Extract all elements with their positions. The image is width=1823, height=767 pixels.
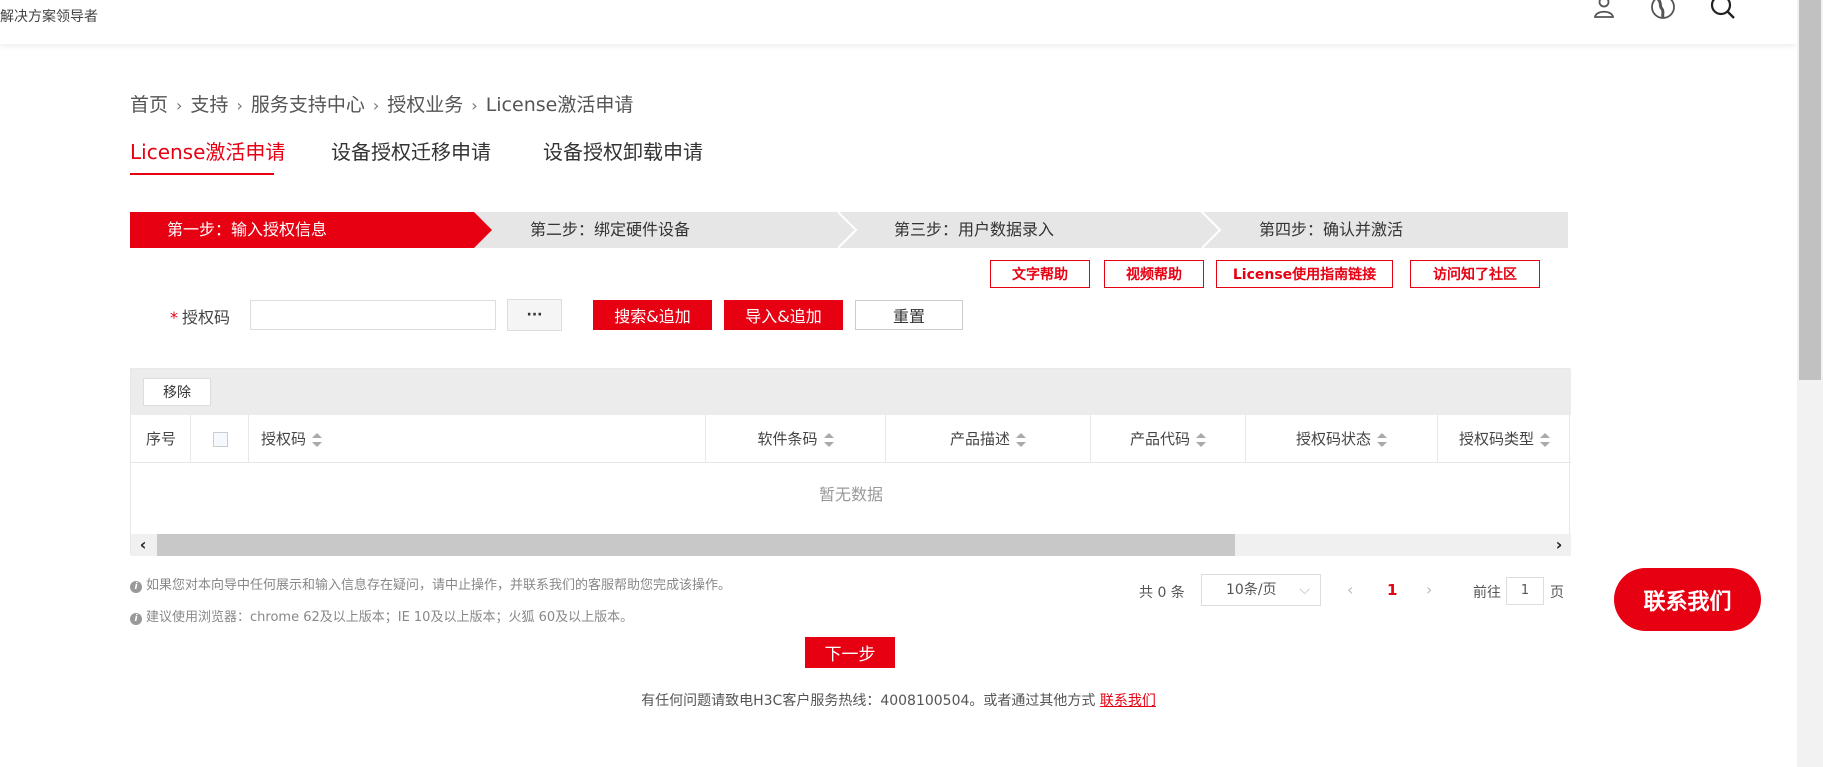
step-progress: 第一步：输入授权信息 第二步：绑定硬件设备 第三步：用户数据录入 第四步：确认并… (130, 212, 1568, 248)
breadcrumb-current: License激活申请 (485, 94, 634, 116)
license-code-form: * 授权码 ··· 搜索&追加 导入&追加 重置 (130, 298, 1130, 332)
license-code-input[interactable] (250, 300, 496, 330)
col-software-code[interactable]: 软件条码 (706, 415, 886, 463)
license-code-label-text: 授权码 (182, 308, 231, 327)
brand-slogan: 解决方案领导者 (0, 9, 98, 25)
col-product-code[interactable]: 产品代码 (1091, 415, 1246, 463)
pagination-total: 共 0 条 (1139, 585, 1185, 601)
page-size-select[interactable]: 10条/页 ⌵ (1201, 574, 1321, 606)
step-1: 第一步：输入授权信息 (167, 220, 328, 239)
scroll-right-arrow-icon[interactable]: › (1549, 534, 1569, 556)
breadcrumb-home[interactable]: 首页 (130, 94, 168, 116)
col-product-code-label: 产品代码 (1129, 430, 1190, 448)
text-help-button[interactable]: 文字帮助 (990, 260, 1090, 288)
sort-icon[interactable] (1377, 432, 1387, 447)
horizontal-scroll-thumb[interactable] (157, 534, 1235, 556)
info-icon: i (130, 613, 142, 625)
tab-license-activation[interactable]: License激活申请 (130, 136, 285, 165)
step-4: 第四步：确认并激活 (1259, 220, 1404, 239)
breadcrumb-support[interactable]: 支持 (190, 94, 228, 116)
more-options-button[interactable]: ··· (507, 299, 562, 331)
community-button[interactable]: 访问知了社区 (1410, 260, 1540, 288)
note-support-text: 如果您对本向导中任何展示和输入信息存在疑问，请中止操作，并联系我们的客服帮助您完… (146, 578, 732, 593)
breadcrumb-license-business[interactable]: 授权业务 (387, 94, 463, 116)
required-mark: * (170, 308, 178, 327)
table-toolbar: 移除 (131, 369, 1571, 415)
top-header: 解决方案领导者 (0, 0, 1797, 44)
chevron-down-icon: ⌵ (1299, 582, 1310, 598)
chevron-right-icon: › (372, 96, 380, 115)
footer-contact-link[interactable]: 联系我们 (1100, 693, 1156, 709)
contact-us-float-button[interactable]: 联系我们 (1614, 568, 1761, 631)
tab-device-migration[interactable]: 设备授权迁移申请 (331, 136, 491, 165)
info-icon: i (130, 581, 142, 593)
step-2: 第二步：绑定硬件设备 (530, 220, 691, 239)
chevron-right-icon: › (236, 96, 243, 115)
select-all-checkbox[interactable] (213, 432, 228, 447)
note-browser: i 建议使用浏览器：chrome 62及以上版本；IE 10及以上版本；火狐 60… (130, 606, 633, 625)
col-license-status-label: 授权码状态 (1295, 430, 1371, 448)
col-license-type[interactable]: 授权码类型 (1438, 415, 1571, 463)
chevron-right-icon: › (471, 96, 478, 115)
globe-icon[interactable] (1648, 0, 1678, 22)
sort-icon[interactable] (1196, 432, 1206, 447)
next-step-button[interactable]: 下一步 (805, 637, 895, 668)
import-add-button[interactable]: 导入&追加 (724, 300, 843, 330)
table-header: 序号 授权码 软件条码 产品描述 产品代码 授权码状态 授权码类型 (131, 415, 1571, 463)
vertical-scroll-thumb[interactable] (1799, 0, 1821, 380)
footer-text: 有任何问题请致电H3C客户服务热线：4008100504。或者通过其他方式 (641, 693, 1100, 709)
note-browser-text: 建议使用浏览器：chrome 62及以上版本；IE 10及以上版本；火狐 60及… (146, 610, 634, 625)
page-suffix-label: 页 (1550, 585, 1564, 601)
sort-icon[interactable] (823, 432, 834, 447)
sort-icon[interactable] (1540, 432, 1550, 447)
page: 解决方案领导者 首页 › 支持 › 服务支持中心 › 授权业务 › License激活申请 Li… (0, 0, 1823, 767)
footer-hotline: 有任何问题请致电H3C客户服务热线：4008100504。或者通过其他方式 联系… (0, 690, 1797, 710)
breadcrumb: 首页 › 支持 › 服务支持中心 › 授权业务 › License激活申请 (130, 90, 633, 117)
step-3: 第三步：用户数据录入 (894, 220, 1055, 239)
license-code-label: * 授权码 (170, 304, 230, 328)
col-license-code-label: 授权码 (261, 430, 307, 448)
col-software-code-label: 软件条码 (757, 430, 818, 448)
video-help-button[interactable]: 视频帮助 (1104, 260, 1204, 288)
col-product-desc-label: 产品描述 (949, 430, 1010, 448)
page-size-value: 10条/页 (1226, 582, 1277, 598)
empty-state: 暂无数据 (818, 485, 883, 504)
reset-button[interactable]: 重置 (855, 300, 963, 330)
col-product-desc[interactable]: 产品描述 (886, 415, 1091, 463)
col-select (191, 415, 249, 463)
sort-icon[interactable] (1016, 432, 1026, 447)
col-license-code[interactable]: 授权码 (249, 415, 706, 463)
remove-button[interactable]: 移除 (143, 378, 211, 406)
next-page-icon[interactable]: › (1426, 580, 1432, 599)
note-support: i 如果您对本向导中任何展示和输入信息存在疑问，请中止操作，并联系我们的客服帮助您… (130, 574, 731, 593)
scroll-left-arrow-icon[interactable]: ‹ (133, 534, 153, 556)
license-table: 移除 序号 授权码 软件条码 产品描述 产品代码 授权码状态 授权码类型 暂无数… (130, 368, 1571, 556)
search-icon[interactable] (1708, 0, 1738, 22)
chevron-right-icon: › (176, 96, 183, 115)
breadcrumb-service-center[interactable]: 服务支持中心 (251, 94, 365, 116)
page-number-current[interactable]: 1 (1387, 581, 1397, 599)
sort-icon[interactable] (312, 432, 323, 447)
tab-device-uninstall[interactable]: 设备授权卸载申请 (543, 136, 703, 165)
col-index: 序号 (131, 415, 191, 463)
col-license-type-label: 授权码类型 (1458, 430, 1534, 448)
col-license-status[interactable]: 授权码状态 (1246, 415, 1438, 463)
search-add-button[interactable]: 搜索&追加 (593, 300, 712, 330)
active-tab-underline (130, 173, 274, 175)
license-guide-link-button[interactable]: License使用指南链接 (1216, 260, 1393, 288)
goto-page-input[interactable]: 1 (1506, 577, 1544, 605)
user-icon[interactable] (1589, 0, 1619, 22)
prev-page-icon[interactable]: ‹ (1347, 580, 1353, 599)
goto-label: 前往 (1473, 585, 1501, 601)
horizontal-scrollbar[interactable]: ‹ › (131, 534, 1571, 556)
